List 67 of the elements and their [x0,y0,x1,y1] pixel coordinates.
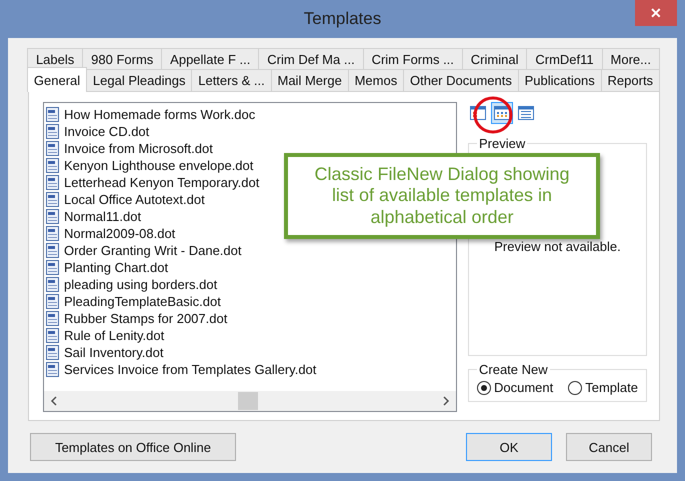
document-icon [46,209,60,224]
document-icon [46,124,60,139]
file-item[interactable]: How Homemade forms Work.doc [64,107,256,122]
file-item[interactable]: Rubber Stamps for 2007.dot [64,311,228,326]
document-icon [46,192,60,207]
document-icon [46,175,60,190]
tab[interactable]: Criminal [462,48,528,70]
group-title: Preview [478,136,526,151]
document-icon [46,311,60,326]
tab[interactable]: Crim Forms ... [362,48,463,70]
tab[interactable]: Memos [348,69,404,91]
document-icon [46,260,60,275]
scroll-right-icon[interactable] [442,396,450,406]
document-icon [46,294,60,309]
scroll-left-icon[interactable] [50,396,58,406]
file-item[interactable]: Planting Chart.dot [64,260,168,275]
ok-button[interactable]: OK [466,433,552,461]
document-icon [46,141,60,156]
office-online-button[interactable]: Templates on Office Online [30,433,236,461]
group-title: Create New [478,362,549,377]
radio-button[interactable] [568,380,582,394]
window-title: Templates [304,9,382,29]
tab[interactable]: Reports [600,69,660,91]
file-item[interactable]: Local Office Autotext.dot [64,192,205,207]
file-item[interactable]: Invoice CD.dot [64,124,150,139]
tab[interactable]: 980 Forms [82,48,162,70]
document-icon [46,328,60,343]
document-icon [46,226,60,241]
tab[interactable]: Other Documents [403,69,519,91]
radio-button[interactable] [477,380,491,394]
radio-label[interactable]: Document [494,380,554,395]
horizontal-scrollbar[interactable] [44,391,456,411]
document-icon [46,277,60,292]
tab[interactable]: Letters & ... [191,69,272,91]
tab[interactable]: Appellate F ... [161,48,260,70]
tab[interactable]: Crim Def Ma ... [258,48,364,70]
tab[interactable]: Publications [518,69,602,91]
tab[interactable]: More... [602,48,660,70]
tab[interactable]: Legal Pleadings [86,69,192,91]
document-icon [46,345,60,360]
document-icon [46,107,60,122]
cancel-button[interactable]: Cancel [566,433,652,461]
annotation-callout: Classic FileNew Dialog showing list of available templates in alphabetical order [284,153,600,239]
preview-message: Preview not available. [493,239,622,254]
file-item[interactable]: Rule of Lenity.dot [64,328,164,343]
file-item[interactable]: Letterhead Kenyon Temporary.dot [64,175,260,190]
file-item[interactable]: Invoice from Microsoft.dot [64,141,213,156]
tab[interactable]: Mail Merge [270,69,349,91]
file-item[interactable]: Sail Inventory.dot [64,345,164,360]
file-item[interactable]: pleading using borders.dot [64,277,218,292]
document-icon [46,243,60,258]
highlight-circle [472,95,514,135]
close-button[interactable]: ✕ [635,0,677,26]
file-item[interactable]: Services Invoice from Templates Gallery.dot [64,362,316,377]
file-item[interactable]: Order Granting Writ - Dane.dot [64,243,242,258]
scroll-thumb[interactable] [238,392,258,410]
file-item[interactable]: Normal2009-08.dot [64,226,176,241]
file-item[interactable]: Normal11.dot [64,209,142,224]
file-item[interactable]: Kenyon Lighthouse envelope.dot [64,158,254,173]
document-icon [46,158,60,173]
tab[interactable]: General [27,67,88,92]
details-view-icon [518,106,534,120]
radio-label[interactable]: Template [585,380,638,395]
file-item[interactable]: PleadingTemplateBasic.dot [64,294,221,309]
list-view-icon [494,106,510,120]
document-icon [46,362,60,377]
tab[interactable]: CrmDef11 [526,48,603,70]
